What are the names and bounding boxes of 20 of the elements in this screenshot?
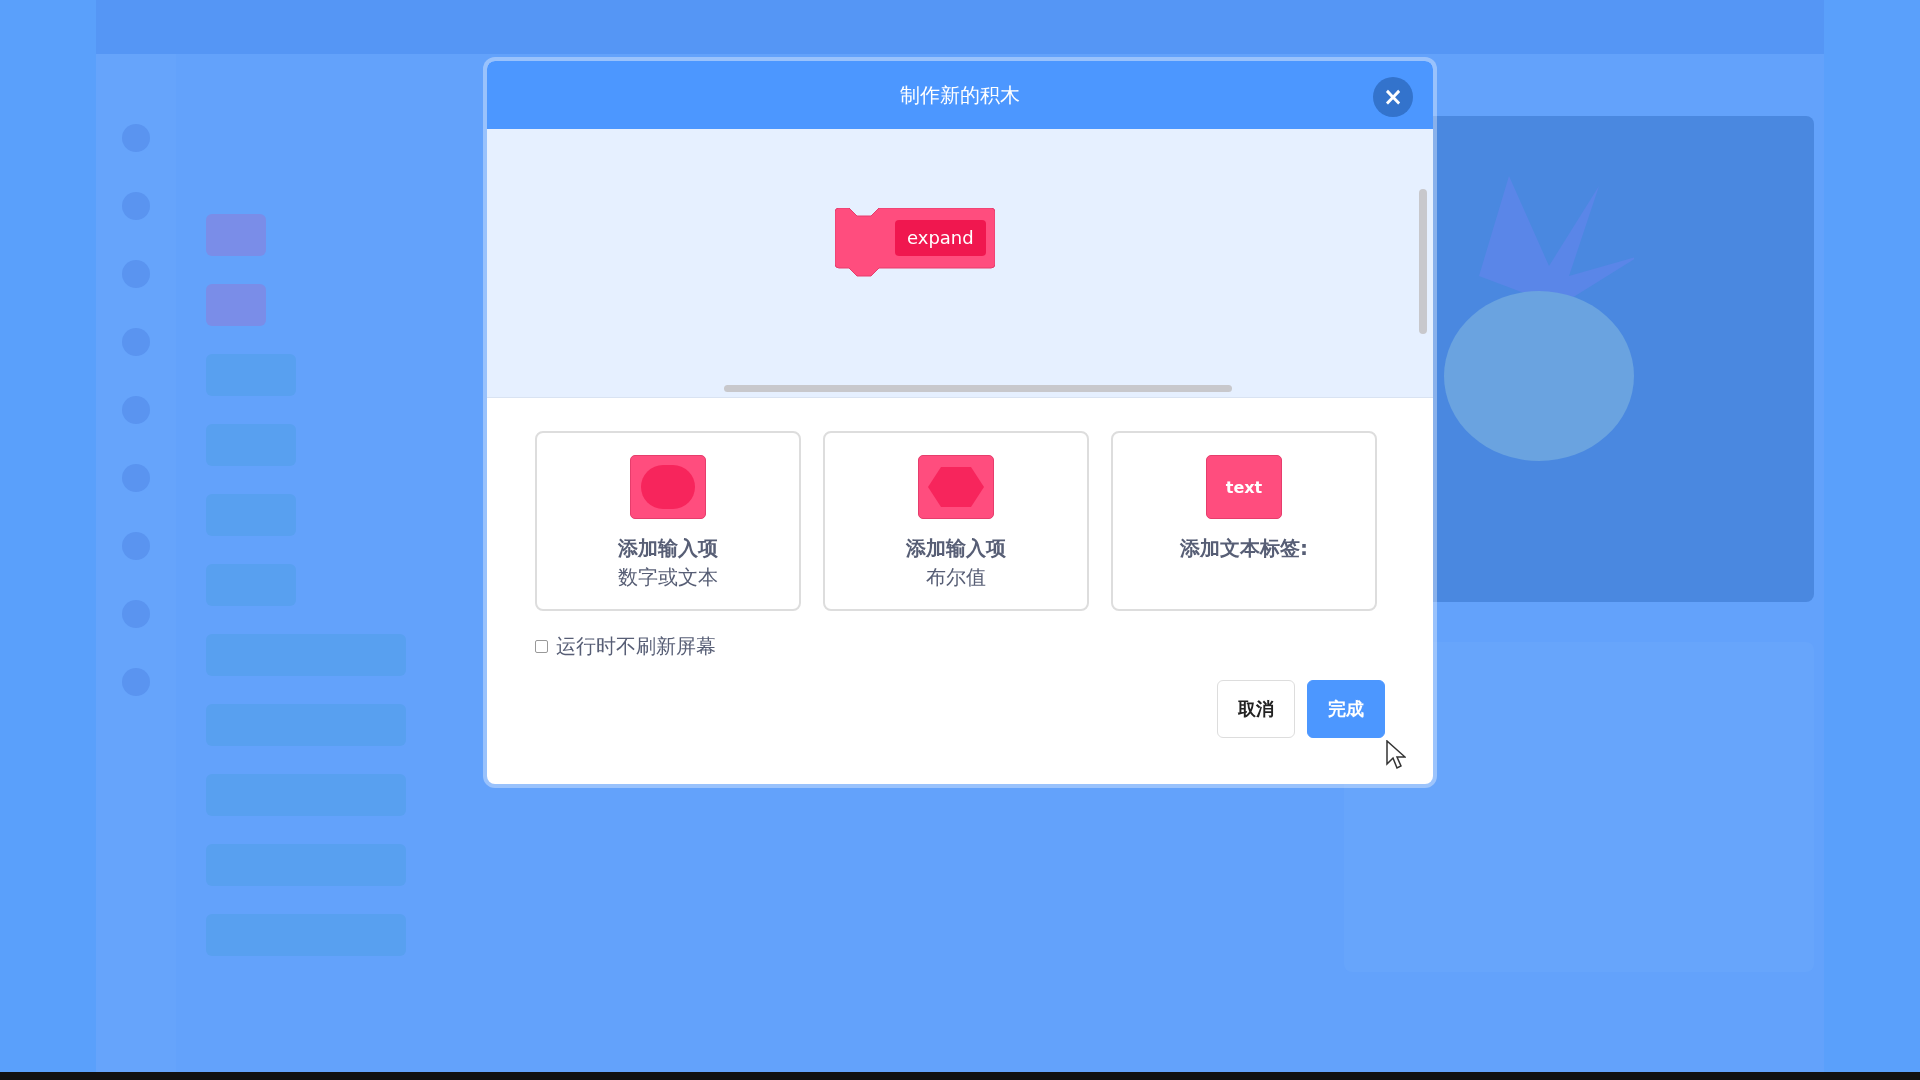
close-button[interactable]: × <box>1373 77 1413 117</box>
checkbox[interactable] <box>535 640 548 653</box>
option-title: 添加输入项 <box>618 535 718 562</box>
hexagon-input-icon <box>918 455 994 519</box>
add-option-card[interactable]: 添加输入项 数字或文本 <box>535 431 801 611</box>
horizontal-scrollbar[interactable] <box>724 385 1232 392</box>
option-subtitle: 数字或文本 <box>618 564 718 591</box>
dialog-title: 制作新的积木 <box>900 81 1020 109</box>
checkbox-label: 运行时不刷新屏幕 <box>556 633 716 660</box>
add-option-card[interactable]: 添加输入项 布尔值 <box>823 431 1089 611</box>
option-subtitle: 布尔值 <box>926 564 986 591</box>
cancel-button[interactable]: 取消 <box>1217 680 1295 738</box>
text-label-icon: text <box>1206 455 1282 519</box>
mouse-pointer-icon <box>1386 740 1406 770</box>
vertical-scrollbar[interactable] <box>1419 189 1427 334</box>
option-title: 添加输入项 <box>906 535 1006 562</box>
option-title: 添加文本标签: <box>1180 535 1308 562</box>
add-option-card[interactable]: text 添加文本标签: <box>1111 431 1377 611</box>
block-name-input[interactable]: expand <box>895 220 986 256</box>
rounded-input-icon <box>630 455 706 519</box>
